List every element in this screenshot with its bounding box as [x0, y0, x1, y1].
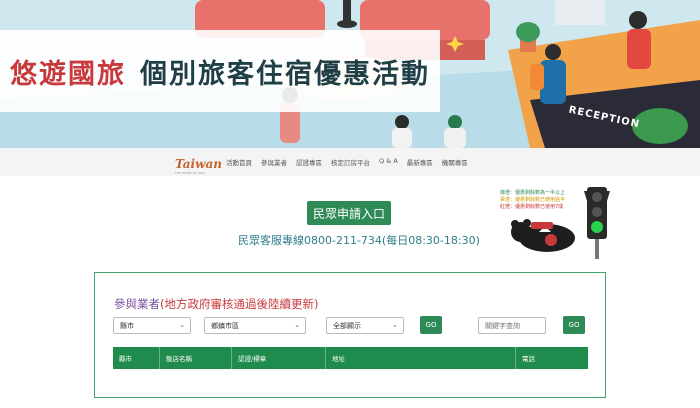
taiwan-logo[interactable]: Taiwan THE HEART OF ASIA — [175, 153, 222, 175]
quota-legend: 綠燈：優惠剩餘數為一半以上 黃燈：優惠剩餘數已使用過半 紅燈：優惠剩餘數已使用7… — [500, 190, 565, 211]
district-select[interactable]: 鄉鎮市區 ⌄ — [204, 317, 306, 334]
chevron-down-icon: ⌄ — [392, 321, 398, 329]
column-city: 縣市 — [113, 347, 160, 369]
display-select[interactable]: 全部顯示 ⌄ — [326, 317, 404, 334]
chevron-down-icon: ⌄ — [294, 321, 300, 329]
participants-table-header: 縣市 飯店名稱 認證/標章 地址 電話 — [113, 347, 588, 369]
display-select-value: 全部顯示 — [333, 321, 361, 330]
service-hotline: 民眾客服專線0800-211-734(每日08:30-18:30) — [238, 234, 480, 247]
nav-item-participants[interactable]: 參與業者 — [261, 157, 287, 167]
top-nav: Taiwan THE HEART OF ASIA 活動首頁 參與業者 認證專區 … — [0, 148, 700, 176]
logo-text: Taiwan — [175, 157, 222, 171]
bear-mascot-icon — [511, 219, 575, 252]
public-apply-button[interactable]: 民眾申請入口 — [307, 201, 391, 225]
participants-update-note: (地方政府審核通過後陸續更新) — [160, 297, 319, 311]
banner-title-brand: 悠遊國旅 — [10, 58, 126, 90]
logo-subtitle: THE HEART OF ASIA — [175, 171, 205, 175]
district-select-value: 鄉鎮市區 — [211, 321, 239, 330]
participants-title: 參與業者 — [114, 297, 160, 311]
city-select[interactable]: 縣市 ⌄ — [113, 317, 191, 334]
nav-item-agencies[interactable]: 機關專區 — [442, 157, 468, 167]
column-address: 地址 — [326, 347, 516, 369]
filter-go-button[interactable]: GO — [420, 316, 442, 334]
traffic-light-icon — [584, 187, 610, 259]
nav-item-booking-platforms[interactable]: 核定訂房平台 — [331, 157, 370, 167]
participants-heading: 參與業者(地方政府審核通過後陸續更新) — [114, 296, 318, 312]
keyword-search-input[interactable] — [478, 317, 546, 334]
banner-title-box: 悠遊國旅 個別旅客住宿優惠活動 — [0, 30, 440, 112]
page: 悠遊國旅 個別旅客住宿優惠活動 RECEPTION Taiwan THE HEA… — [0, 0, 700, 408]
nav-item-certification[interactable]: 認證專區 — [296, 157, 322, 167]
nav-item-home[interactable]: 活動首頁 — [226, 157, 252, 167]
chevron-down-icon: ⌄ — [179, 321, 185, 329]
participants-panel: 參與業者(地方政府審核通過後陸續更新) 縣市 ⌄ 鄉鎮市區 ⌄ 全部顯示 ⌄ G… — [94, 272, 606, 398]
city-select-value: 縣市 — [120, 321, 134, 330]
column-phone: 電話 — [522, 355, 535, 363]
legend-green: 綠燈：優惠剩餘數為一半以上 — [500, 190, 566, 196]
nav-item-news[interactable]: 最新專區 — [407, 157, 433, 167]
hero-banner: 悠遊國旅 個別旅客住宿優惠活動 RECEPTION — [0, 0, 700, 148]
column-certification: 認證/標章 — [232, 347, 326, 369]
banner-title-campaign: 個別旅客住宿優惠活動 — [140, 58, 430, 90]
nav-item-faq[interactable]: Q & A — [379, 157, 398, 167]
nav-menu: 活動首頁 參與業者 認證專區 核定訂房平台 Q & A 最新專區 機關專區 — [226, 157, 468, 167]
keyword-go-button[interactable]: GO — [563, 316, 585, 334]
column-hotel-name: 飯店名稱 — [160, 347, 232, 369]
legend-yellow: 黃燈：優惠剩餘數已使用過半 — [500, 197, 566, 203]
